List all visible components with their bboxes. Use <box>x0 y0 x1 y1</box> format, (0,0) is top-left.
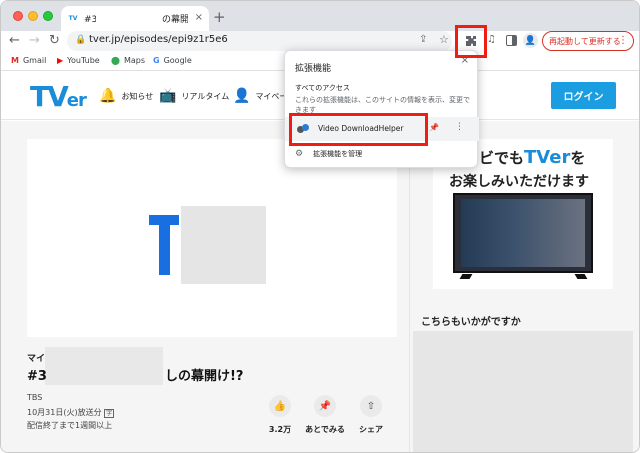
side-panel-icon[interactable] <box>506 35 517 46</box>
access-description: これらの拡張機能は、このサイトの情報を表示、変更で <box>295 96 470 104</box>
delivery-deadline: 配信終了まで1週間以上 <box>27 421 113 430</box>
highlight-video-downloadhelper <box>289 113 428 146</box>
extensions-popup: 拡張機能 × すべてのアクセス これらの拡張機能は、このサイトの情報を表示、変更… <box>284 50 479 168</box>
bookmark-star-icon[interactable]: ☆ <box>439 33 449 46</box>
maps-icon: ⬤ <box>111 56 120 65</box>
tver-logo[interactable]: TVer <box>30 80 87 113</box>
share-page-icon[interactable]: ⇪ <box>419 34 427 45</box>
like-button[interactable]: 👍 3.2万 <box>260 395 300 435</box>
pin-extension-icon[interactable]: 📌 <box>429 123 439 132</box>
tab-title: #3の幕開け! <box>84 14 188 25</box>
minimize-window-button[interactable] <box>28 11 38 21</box>
url-text[interactable]: tver.jp/episodes/epi9z1r5e6 <box>89 34 228 45</box>
login-button[interactable]: ログイン <box>551 82 616 109</box>
bell-icon: 🔔 <box>99 88 117 104</box>
back-arrow-icon[interactable]: ← <box>9 33 20 48</box>
pin-icon: 📌 <box>314 395 336 417</box>
tver-favicon-icon: TV <box>68 15 78 22</box>
more-menu-icon[interactable]: ⋮ <box>618 35 628 46</box>
tv-icon: 📺 <box>159 88 177 104</box>
bookmark-maps[interactable]: ⬤ Maps <box>111 56 145 65</box>
ad-subheadline: お楽しみいただけます <box>449 174 589 190</box>
nav-notifications[interactable]: 🔔 お知らせ <box>99 88 153 104</box>
tab-strip: TV #3の幕開け! × + <box>1 1 639 31</box>
bookmark-gmail[interactable]: M Gmail <box>11 56 46 65</box>
lock-icon[interactable]: 🔒 <box>75 35 86 45</box>
tab-close-icon[interactable]: × <box>195 12 203 23</box>
recommend-item[interactable] <box>413 331 633 452</box>
bookmark-google[interactable]: G Google <box>153 56 192 65</box>
subtitle-badge-icon: 字 <box>104 409 115 418</box>
player-logo-icon <box>149 215 179 275</box>
series-name[interactable]: マイ <box>27 351 45 364</box>
google-icon: G <box>153 56 160 65</box>
manage-extensions-link[interactable]: ⚙ 拡張機能を管理 <box>295 149 362 159</box>
gmail-icon: M <box>11 56 19 65</box>
redacted-block <box>96 14 162 25</box>
redacted-block <box>181 206 266 284</box>
extension-more-icon[interactable]: ⋮ <box>455 122 464 132</box>
bookmark-youtube[interactable]: ▶ YouTube <box>57 56 100 65</box>
highlight-extensions-button <box>455 25 487 58</box>
media-control-icon[interactable]: ♫ <box>487 34 496 45</box>
nav-realtime[interactable]: 📺 リアルタイム <box>159 88 229 104</box>
channel-name: TBS <box>27 393 43 402</box>
share-button[interactable]: ⇧ シェア <box>351 395 391 435</box>
address-bar[interactable]: 🔒 tver.jp/episodes/epi9z1r5e6 ⇪ ☆ <box>67 31 452 51</box>
watch-later-button[interactable]: 📌 あとでみる <box>305 395 345 435</box>
column-divider <box>409 121 410 452</box>
relaunch-update-button[interactable]: 再起動して更新する ⋮ <box>542 31 634 51</box>
close-window-button[interactable] <box>13 11 23 21</box>
access-heading: すべてのアクセス <box>295 84 350 92</box>
new-tab-button[interactable]: + <box>213 8 226 26</box>
browser-window: TV #3の幕開け! × + ← → ↻ 🔒 tver.jp/episodes/… <box>0 0 640 453</box>
thumbs-up-icon: 👍 <box>269 395 291 417</box>
youtube-icon: ▶ <box>57 56 64 65</box>
aired-date: 10月31日(火)放送分 字 <box>27 408 115 418</box>
user-icon: 👤 <box>233 88 251 104</box>
recommend-heading: こちらもいかがですか <box>421 317 521 328</box>
like-count: 3.2万 <box>268 425 292 434</box>
browser-toolbar: ← → ↻ 🔒 tver.jp/episodes/epi9z1r5e6 ⇪ ☆ … <box>1 31 639 51</box>
maximize-window-button[interactable] <box>43 11 53 21</box>
browser-tab-active[interactable]: TV #3の幕開け! × <box>61 6 209 31</box>
gear-icon: ⚙ <box>295 149 304 159</box>
reload-icon[interactable]: ↻ <box>49 33 60 48</box>
profile-avatar-icon[interactable]: 👤 <box>523 33 538 48</box>
episode-title: #3 しの幕開け!? <box>27 369 244 384</box>
forward-arrow-icon[interactable]: → <box>29 33 40 48</box>
tv-image <box>453 193 593 273</box>
popup-title: 拡張機能 <box>295 64 332 74</box>
share-icon: ⇧ <box>360 395 382 417</box>
